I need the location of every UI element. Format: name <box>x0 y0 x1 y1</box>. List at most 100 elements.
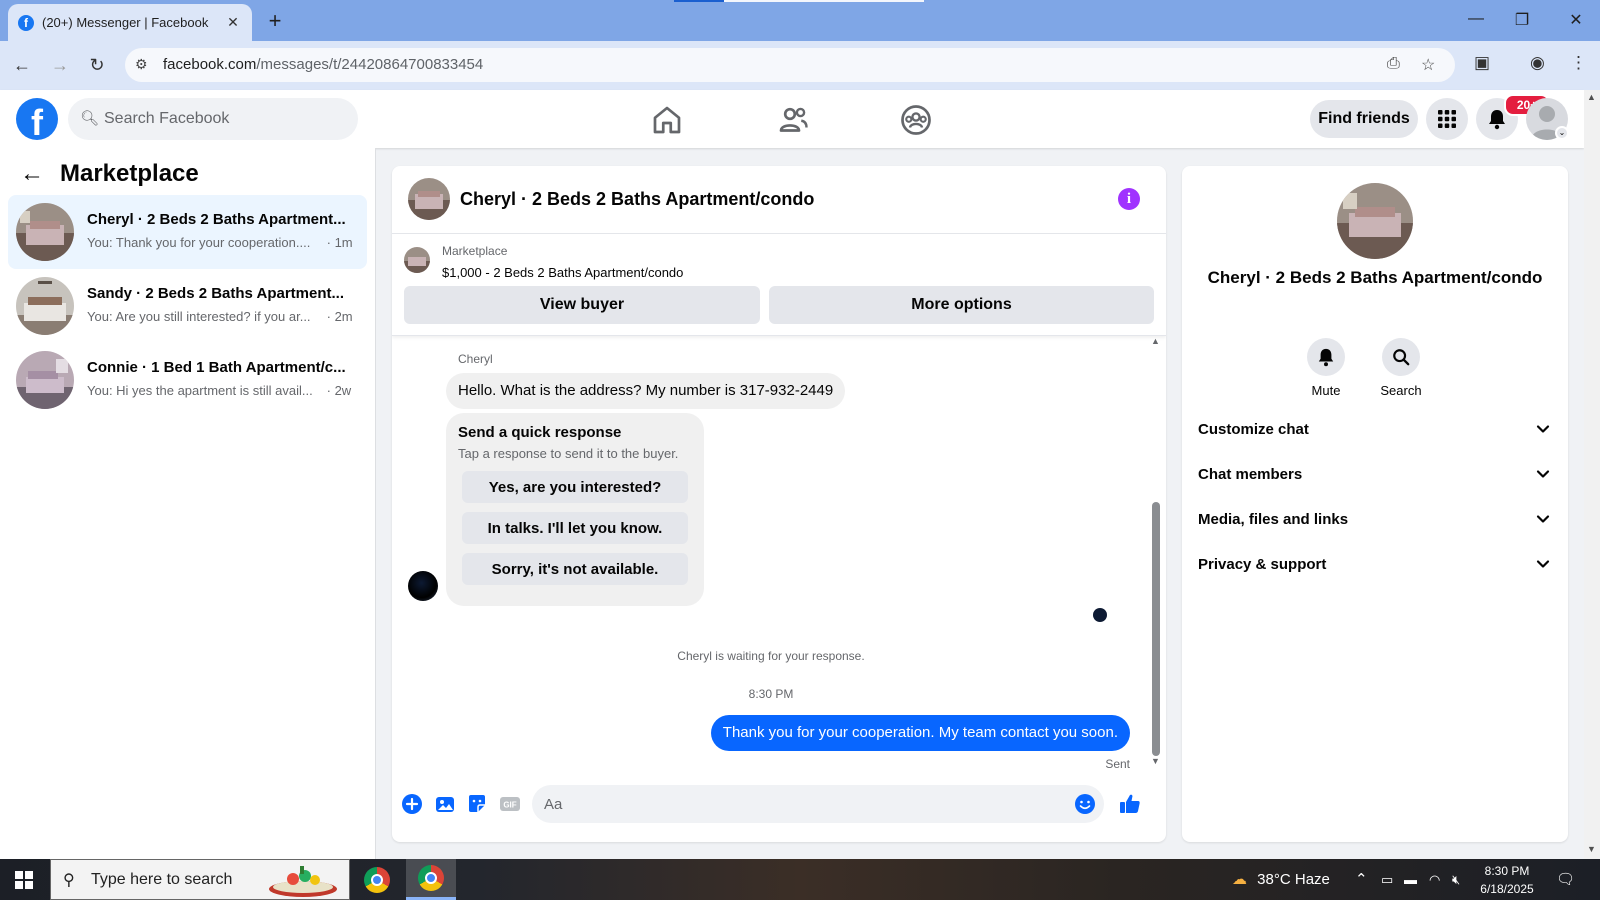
scroll-down-icon[interactable]: ▼ <box>1151 756 1160 766</box>
groups-icon[interactable] <box>898 102 934 138</box>
listing-banner: Marketplace $1,000 - 2 Beds 2 Baths Apar… <box>392 234 1166 336</box>
new-tab-button[interactable]: + <box>262 8 288 34</box>
address-bar[interactable]: ⚙ facebook.com/messages/t/24420864700833… <box>125 48 1455 82</box>
weather-widget[interactable]: ☁ 38°C Haze <box>1232 859 1330 900</box>
facebook-favicon-icon: f <box>18 14 34 31</box>
find-friends-button[interactable]: Find friends <box>1310 100 1418 138</box>
chat-listing-thumbnail[interactable] <box>408 178 450 220</box>
friends-icon[interactable] <box>775 102 811 138</box>
chevron-down-icon <box>1536 515 1550 523</box>
menu-grid-button[interactable] <box>1426 98 1468 140</box>
message-input-wrapper[interactable] <box>532 785 1104 823</box>
bell-icon <box>1318 348 1334 367</box>
scroll-down-icon[interactable]: ▼ <box>1587 844 1596 854</box>
facebook-logo-icon[interactable]: f <box>16 98 58 140</box>
view-buyer-button[interactable]: View buyer <box>404 286 760 324</box>
info-listing-thumbnail <box>1337 183 1413 259</box>
home-icon[interactable] <box>649 102 685 138</box>
listing-price-title[interactable]: $1,000 - 2 Beds 2 Baths Apartment/condo <box>442 265 683 280</box>
message-scrollbar[interactable]: ▲ ▼ <box>1150 336 1162 768</box>
more-options-button[interactable]: More options <box>769 286 1154 324</box>
sender-name: Cheryl <box>458 352 493 366</box>
chat-header: Cheryl · 2 Beds 2 Baths Apartment/condo … <box>392 166 1166 234</box>
weather-icon: ☁ <box>1232 871 1247 888</box>
conversation-item-sandy[interactable]: Sandy · 2 Beds 2 Baths Apartment... You:… <box>8 269 367 343</box>
plus-icon[interactable] <box>400 792 424 816</box>
browser-toolbar: ← → ↻ ⚙ facebook.com/messages/t/24420864… <box>0 41 1600 90</box>
chevron-down-icon <box>1536 560 1550 568</box>
chat-title[interactable]: Cheryl · 2 Beds 2 Baths Apartment/condo <box>460 189 814 210</box>
tab-title: (20+) Messenger | Facebook <box>42 15 209 30</box>
thumbs-up-icon[interactable] <box>1118 792 1142 816</box>
page-scrollbar[interactable]: ▲ ▼ <box>1584 90 1600 859</box>
conversation-item-connie[interactable]: Connie · 1 Bed 1 Bath Apartment/c... You… <box>8 343 367 417</box>
wifi-icon[interactable]: ◠ <box>1429 859 1440 900</box>
media-files-links-section[interactable]: Media, files and links <box>1190 499 1560 541</box>
minimize-icon[interactable]: — <box>1466 10 1486 28</box>
quick-response-interested[interactable]: Yes, are you interested? <box>462 471 688 503</box>
svg-text:GIF: GIF <box>503 801 516 810</box>
volume-muted-icon[interactable]: 🔇︎ <box>1452 859 1460 900</box>
search-conversation-button[interactable] <box>1382 338 1420 376</box>
message-input[interactable] <box>544 785 1064 823</box>
emoji-icon[interactable] <box>1073 792 1097 816</box>
profile-icon[interactable]: ◉ <box>1530 53 1545 73</box>
windows-logo-icon <box>15 870 33 889</box>
message-timestamp: 8:30 PM <box>748 687 794 701</box>
browser-tab[interactable]: f (20+) Messenger | Facebook ✕ <box>8 4 252 41</box>
install-app-icon[interactable]: ⎙ <box>1387 55 1400 73</box>
close-window-icon[interactable]: ✕ <box>1566 10 1586 30</box>
taskbar-search-placeholder: Type here to search <box>91 871 233 888</box>
back-arrow-icon[interactable]: ← <box>20 160 48 188</box>
chat-members-section[interactable]: Chat members <box>1190 454 1560 496</box>
browser-tab-strip: f (20+) Messenger | Facebook ✕ + — ❐ ✕ <box>0 0 1600 41</box>
meet-now-icon[interactable]: ▭ <box>1381 859 1393 900</box>
reload-icon[interactable]: ↻ <box>85 53 109 77</box>
sent-status: Sent <box>1105 757 1130 771</box>
quick-response-in-talks[interactable]: In talks. I'll let you know. <box>462 512 688 544</box>
forward-arrow-icon[interactable]: → <box>48 53 72 77</box>
restore-icon[interactable]: ❐ <box>1512 10 1532 30</box>
customize-chat-section[interactable]: Customize chat <box>1190 409 1560 451</box>
tab-search-icon[interactable]: ▣ <box>1474 53 1490 73</box>
quick-response-not-available[interactable]: Sorry, it's not available. <box>462 553 688 585</box>
notification-center-icon[interactable]: 🗨︎ <box>1556 859 1575 900</box>
account-caret-icon[interactable]: ⌄ <box>1555 126 1569 140</box>
back-arrow-icon[interactable]: ← <box>10 53 34 77</box>
gif-icon[interactable]: GIF <box>498 792 522 816</box>
scroll-up-icon[interactable]: ▲ <box>1587 92 1596 102</box>
taskbar-chrome-app-active[interactable] <box>406 859 456 900</box>
url-text[interactable]: facebook.com/messages/t/2442086470083345… <box>163 56 483 73</box>
chrome-menu-icon[interactable]: ⋮ <box>1570 53 1587 73</box>
taskbar-chrome-app[interactable] <box>352 859 402 900</box>
outgoing-message[interactable]: Thank you for your cooperation. My team … <box>710 715 1130 751</box>
site-info-icon[interactable]: ⚙ <box>135 56 148 73</box>
facebook-search[interactable]: 🔍︎ <box>68 98 358 140</box>
info-chat-name: Cheryl · 2 Beds 2 Baths Apartment/condo <box>1207 268 1543 287</box>
windows-start-button[interactable] <box>0 859 48 900</box>
show-hidden-icons-icon[interactable]: ⌃ <box>1355 859 1368 900</box>
mute-action[interactable]: Mute <box>1296 338 1356 398</box>
conversation-item-cheryl[interactable]: Cheryl · 2 Beds 2 Baths Apartment... You… <box>8 195 367 269</box>
privacy-support-section[interactable]: Privacy & support <box>1190 544 1560 586</box>
chat-info-panel: Cheryl · 2 Beds 2 Baths Apartment/condo … <box>1182 166 1568 842</box>
photo-icon[interactable] <box>433 792 457 816</box>
battery-icon[interactable]: ▬ <box>1404 859 1417 900</box>
facebook-search-input[interactable] <box>104 98 344 140</box>
windows-taskbar: ⚲ Type here to search ☁ 38°C Haze ⌃ ▭ ▬ … <box>0 859 1600 900</box>
close-tab-icon[interactable]: ✕ <box>224 14 242 31</box>
scrollbar-thumb[interactable] <box>1152 502 1160 756</box>
conversation-name: Sandy · 2 Beds 2 Baths Apartment... <box>87 285 345 302</box>
waiting-notice: Cheryl is waiting for your response. <box>677 649 865 663</box>
sticker-icon[interactable] <box>465 792 489 816</box>
weather-text: 38°C Haze <box>1257 871 1330 888</box>
sender-avatar[interactable] <box>408 571 438 601</box>
mute-button[interactable] <box>1307 338 1345 376</box>
scroll-up-icon[interactable]: ▲ <box>1151 336 1160 346</box>
bookmark-star-icon[interactable]: ☆ <box>1421 55 1435 75</box>
info-icon[interactable]: i <box>1118 188 1140 210</box>
taskbar-clock[interactable]: 8:30 PM 6/18/2025 <box>1462 862 1552 898</box>
incoming-message[interactable]: Hello. What is the address? My number is… <box>446 373 846 409</box>
search-action[interactable]: Search <box>1371 338 1431 398</box>
quick-response-subtitle: Tap a response to send it to the buyer. <box>458 446 679 461</box>
